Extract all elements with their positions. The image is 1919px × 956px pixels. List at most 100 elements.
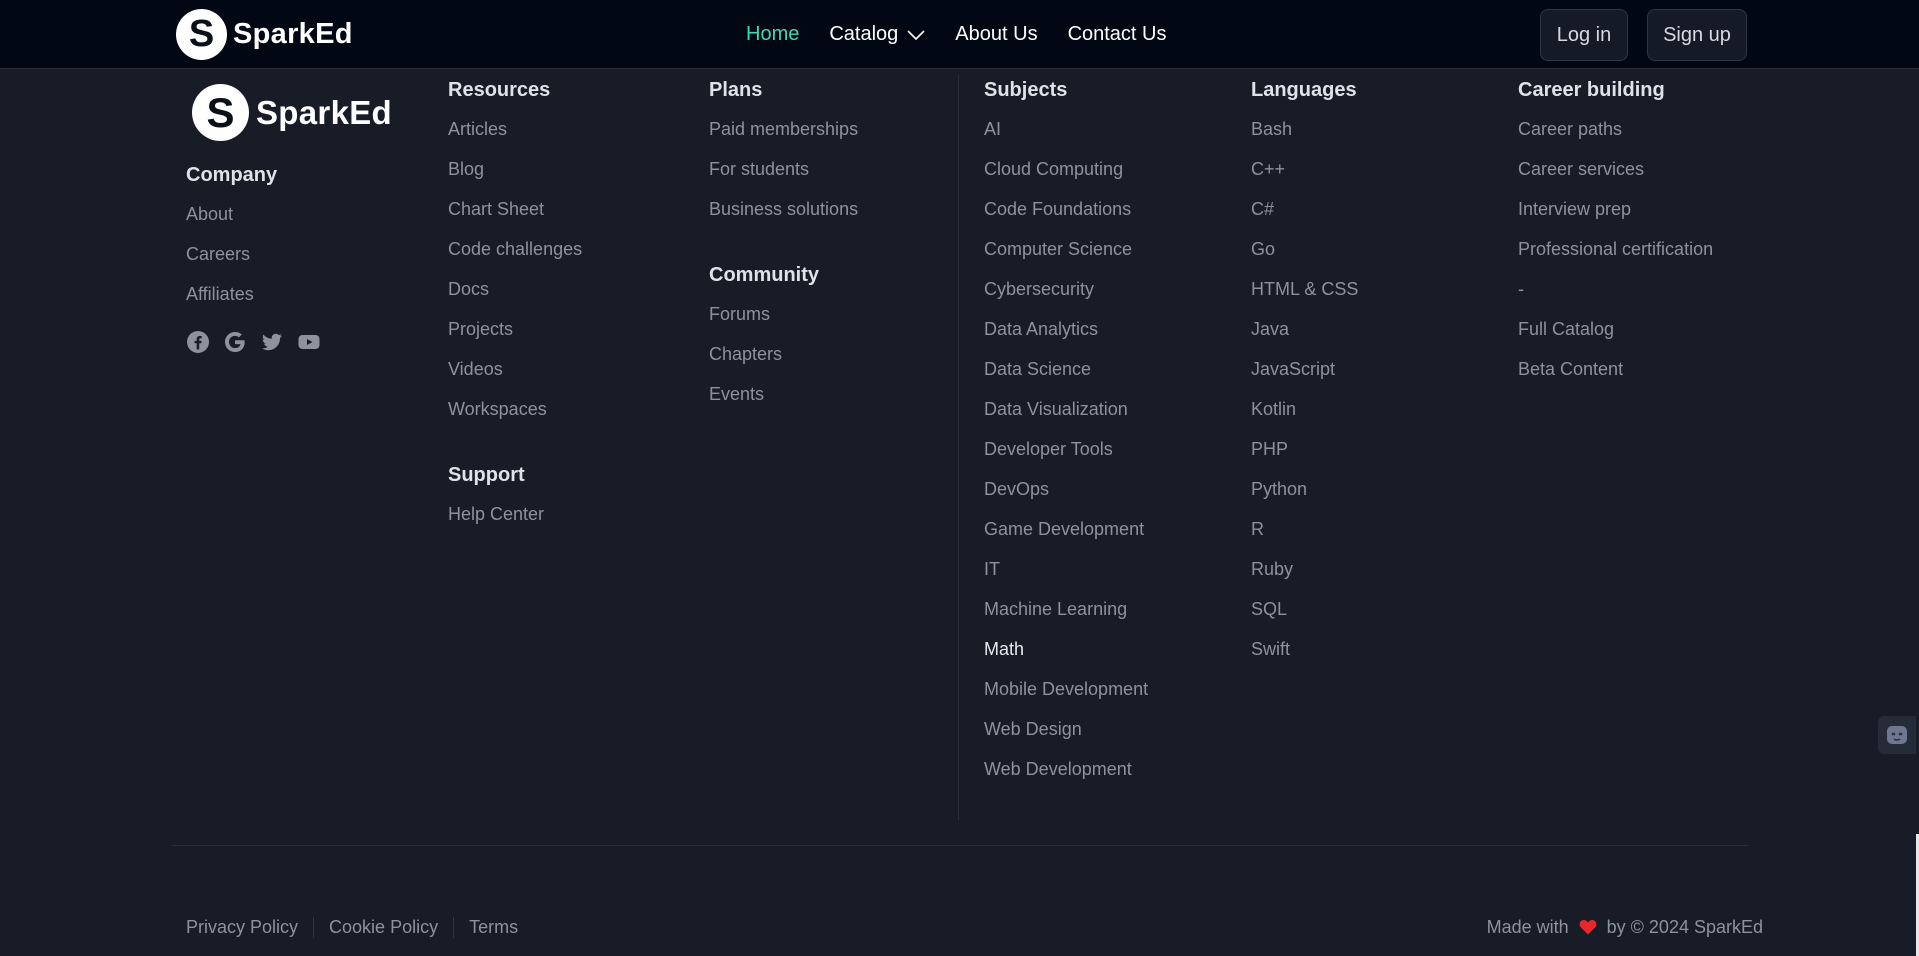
nav-home-link[interactable]: Home xyxy=(746,23,799,46)
language-link[interactable]: Swift xyxy=(1251,629,1358,669)
language-link[interactable]: C# xyxy=(1251,189,1358,229)
chat-widget-button[interactable] xyxy=(1878,716,1916,754)
language-link[interactable]: Go xyxy=(1251,229,1358,269)
company-link-affiliates[interactable]: Affiliates xyxy=(186,274,277,314)
main-nav: Home Catalog About Us Contact Us xyxy=(746,0,1197,69)
subject-link[interactable]: Cloud Computing xyxy=(984,149,1148,189)
legal-links: Privacy Policy Cookie Policy Terms xyxy=(186,914,533,940)
column-divider xyxy=(958,75,959,820)
resources-link-code-challenges[interactable]: Code challenges xyxy=(448,229,582,269)
community-link-forums[interactable]: Forums xyxy=(709,294,819,334)
career-link-beta-content[interactable]: Beta Content xyxy=(1518,349,1713,389)
resources-heading: Resources xyxy=(448,79,551,101)
privacy-policy-link[interactable]: Privacy Policy xyxy=(186,917,313,938)
language-link[interactable]: C++ xyxy=(1251,149,1358,189)
resources-link-chart-sheet[interactable]: Chart Sheet xyxy=(448,189,582,229)
plans-link-business-solutions[interactable]: Business solutions xyxy=(709,189,858,229)
google-icon[interactable] xyxy=(223,330,247,354)
subject-link[interactable]: Web Design xyxy=(984,709,1148,749)
career-link-interview-prep[interactable]: Interview prep xyxy=(1518,189,1713,229)
youtube-icon[interactable] xyxy=(297,330,321,354)
subject-link[interactable]: Mobile Development xyxy=(984,669,1148,709)
community-link-chapters[interactable]: Chapters xyxy=(709,334,819,374)
nav-about-link[interactable]: About Us xyxy=(955,23,1037,46)
company-link-about[interactable]: About xyxy=(186,194,277,234)
subject-link[interactable]: Computer Science xyxy=(984,229,1148,269)
cookie-policy-link[interactable]: Cookie Policy xyxy=(313,916,453,938)
made-with-suffix: by © 2024 SparkEd xyxy=(1606,916,1763,937)
resources-link-videos[interactable]: Videos xyxy=(448,349,582,389)
logo-badge: S xyxy=(192,84,249,141)
subject-link[interactable]: Cybersecurity xyxy=(984,269,1148,309)
bot-face-icon xyxy=(1887,726,1907,744)
support-heading: Support xyxy=(448,464,525,486)
subject-link[interactable]: Data Science xyxy=(984,349,1148,389)
subject-link[interactable]: Code Foundations xyxy=(984,189,1148,229)
career-separator: - xyxy=(1518,279,1524,299)
plans-link-for-students[interactable]: For students xyxy=(709,149,858,189)
nav-catalog-label: Catalog xyxy=(829,23,899,45)
footer-divider xyxy=(172,845,1748,846)
languages-column: Languages Bash C++ C# Go HTML & CSS Java… xyxy=(1251,75,1358,669)
nav-contact-link[interactable]: Contact Us xyxy=(1068,23,1167,46)
subject-link[interactable]: IT xyxy=(984,549,1148,589)
subject-link[interactable]: Web Development xyxy=(984,749,1148,789)
plans-link-paid-memberships[interactable]: Paid memberships xyxy=(709,109,858,149)
resources-link-articles[interactable]: Articles xyxy=(448,109,582,149)
language-link[interactable]: HTML & CSS xyxy=(1251,269,1358,309)
career-column: Career building Career paths Career serv… xyxy=(1518,75,1713,389)
language-link[interactable]: Java xyxy=(1251,309,1358,349)
language-link[interactable]: Python xyxy=(1251,469,1358,509)
subject-link[interactable]: Game Development xyxy=(984,509,1148,549)
facebook-icon[interactable] xyxy=(186,330,210,354)
social-links xyxy=(186,330,334,354)
resources-column: Resources Articles Blog Chart Sheet Code… xyxy=(448,75,582,429)
nav-catalog-dropdown[interactable]: Catalog xyxy=(829,23,925,46)
chevron-down-icon xyxy=(907,29,925,40)
community-column: Community Forums Chapters Events xyxy=(709,260,819,414)
resources-link-docs[interactable]: Docs xyxy=(448,269,582,309)
language-link[interactable]: PHP xyxy=(1251,429,1358,469)
language-link[interactable]: Kotlin xyxy=(1251,389,1358,429)
career-link-full-catalog[interactable]: Full Catalog xyxy=(1518,309,1713,349)
subject-link[interactable]: DevOps xyxy=(984,469,1148,509)
career-heading: Career building xyxy=(1518,79,1665,101)
resources-link-blog[interactable]: Blog xyxy=(448,149,582,189)
career-link-certification[interactable]: Professional certification xyxy=(1518,229,1713,269)
subjects-column: Subjects AI Cloud Computing Code Foundat… xyxy=(984,75,1148,789)
company-link-careers[interactable]: Careers xyxy=(186,234,277,274)
subject-link[interactable]: Developer Tools xyxy=(984,429,1148,469)
subjects-heading: Subjects xyxy=(984,79,1068,101)
resources-link-projects[interactable]: Projects xyxy=(448,309,582,349)
logo-badge: S xyxy=(176,9,227,60)
languages-heading: Languages xyxy=(1251,79,1357,101)
twitter-icon[interactable] xyxy=(260,330,284,354)
footer-logo[interactable]: S SparkEd xyxy=(192,84,392,141)
made-with-credit: Made with by © 2024 SparkEd xyxy=(1487,914,1763,940)
subject-link[interactable]: Machine Learning xyxy=(984,589,1148,629)
career-link-services[interactable]: Career services xyxy=(1518,149,1713,189)
community-heading: Community xyxy=(709,264,819,286)
company-heading: Company xyxy=(186,164,278,186)
subject-link-highlighted[interactable]: Math xyxy=(984,629,1148,669)
company-column: Company About Careers Affiliates xyxy=(186,160,277,314)
support-link-help-center[interactable]: Help Center xyxy=(448,494,544,534)
terms-link[interactable]: Terms xyxy=(453,916,533,938)
login-button[interactable]: Log in xyxy=(1540,9,1628,61)
language-link[interactable]: SQL xyxy=(1251,589,1358,629)
subject-link[interactable]: Data Visualization xyxy=(984,389,1148,429)
language-link[interactable]: R xyxy=(1251,509,1358,549)
resources-link-workspaces[interactable]: Workspaces xyxy=(448,389,582,429)
career-link-paths[interactable]: Career paths xyxy=(1518,109,1713,149)
language-link[interactable]: JavaScript xyxy=(1251,349,1358,389)
support-column: Support Help Center xyxy=(448,460,544,534)
subject-link[interactable]: Data Analytics xyxy=(984,309,1148,349)
top-navbar: S SparkEd Home Catalog About Us Contact … xyxy=(0,0,1919,69)
community-link-events[interactable]: Events xyxy=(709,374,819,414)
language-link[interactable]: Ruby xyxy=(1251,549,1358,589)
language-link[interactable]: Bash xyxy=(1251,109,1358,149)
heart-icon xyxy=(1579,920,1597,935)
nav-logo[interactable]: S SparkEd xyxy=(176,9,353,60)
subject-link[interactable]: AI xyxy=(984,109,1148,149)
signup-button[interactable]: Sign up xyxy=(1647,9,1747,61)
